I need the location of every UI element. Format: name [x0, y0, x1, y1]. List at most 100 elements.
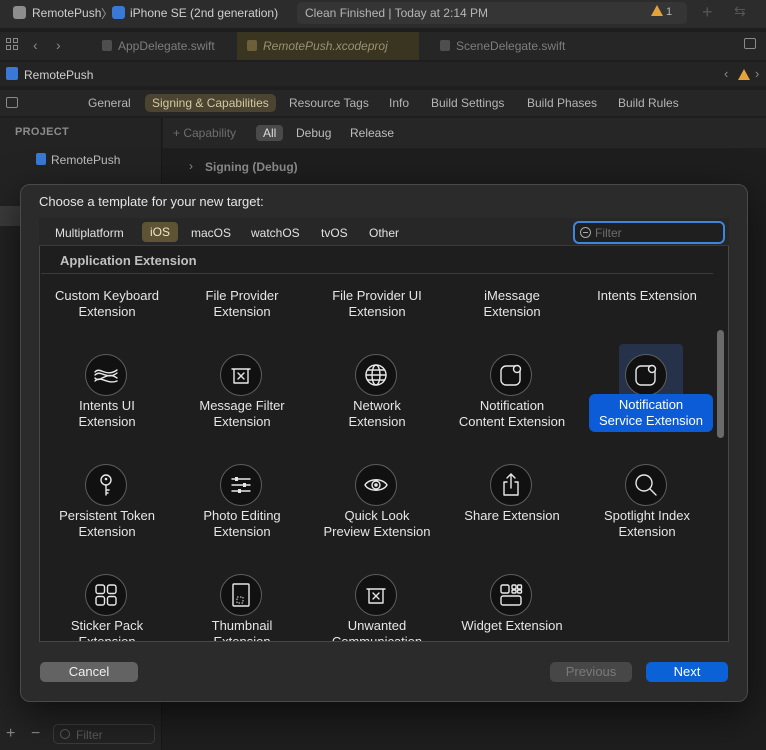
template-label: Spotlight Index Extension	[579, 508, 715, 540]
template-label: Custom Keyboard Extension	[39, 288, 175, 320]
sidebar-toggle-icon[interactable]	[6, 97, 18, 108]
cancel-button[interactable]: Cancel	[40, 662, 138, 682]
platform-other[interactable]: Other	[369, 226, 399, 240]
template-label: File Provider UI Extension	[309, 288, 445, 320]
template-label-line1: File Provider	[205, 288, 279, 303]
remove-target-icon[interactable]: −	[31, 725, 40, 743]
template-label-line2: Extension	[348, 304, 406, 319]
jump-bar	[0, 62, 766, 86]
template-sticker-pack-extension[interactable]: Sticker PackExtension	[39, 574, 175, 641]
platform-macos[interactable]: macOS	[191, 226, 231, 240]
template-label-line1: Custom Keyboard	[54, 288, 160, 303]
template-label: File Provider Extension	[174, 288, 310, 320]
project-name[interactable]: RemotePush	[24, 68, 93, 82]
chevron-left-icon[interactable]: ‹	[724, 66, 728, 81]
previous-button[interactable]: Previous	[550, 662, 632, 682]
warning-icon[interactable]	[738, 69, 750, 80]
scheme-selector[interactable]: RemotePush	[32, 6, 101, 20]
template-widget-extension[interactable]: Widget Extension	[444, 574, 580, 641]
template-label: Widget Extension	[444, 618, 580, 634]
template-label-line1: Intents UI	[79, 398, 135, 413]
add-target-icon[interactable]: +	[6, 725, 15, 743]
tab-info[interactable]: Info	[389, 96, 409, 110]
next-button[interactable]: Next	[646, 662, 728, 682]
filter-icon	[580, 227, 591, 238]
tab-signing-capabilities[interactable]: Signing & Capabilities	[145, 94, 276, 112]
template-label: Photo Editing Extension	[174, 508, 310, 540]
template-filter-field[interactable]	[573, 221, 725, 244]
filter-tray-icon	[220, 354, 262, 396]
tab-label: AppDelegate.swift	[118, 39, 215, 53]
template-label-line2: Service Extension	[598, 413, 704, 428]
globe-icon	[355, 354, 397, 396]
split-editor-icon[interactable]	[744, 38, 756, 49]
project-icon	[36, 153, 46, 165]
dialog-title: Choose a template for your new target:	[39, 194, 264, 209]
template-label-line2: Extension	[78, 524, 136, 539]
template-label: Message Filter Extension	[174, 398, 310, 430]
template-label-line2: Content Extension	[458, 414, 566, 429]
tab-label: RemotePush.xcodeproj	[263, 39, 388, 53]
chevron-right-icon[interactable]: ›	[755, 66, 759, 81]
waves-icon	[85, 354, 127, 396]
tab-appdelegate[interactable]: AppDelegate.swift	[92, 32, 237, 60]
disclosure-chevron-icon[interactable]: ›	[189, 159, 193, 173]
template-label: Quick Look Preview Extension	[309, 508, 445, 540]
segment-release[interactable]: Release	[350, 126, 394, 140]
filter-tray-icon	[355, 574, 397, 616]
sidebar-target-selection[interactable]	[0, 206, 20, 226]
platform-tvos[interactable]: tvOS	[321, 226, 348, 240]
template-label-line1: Spotlight Index	[603, 508, 690, 523]
template-label-line2: Extension	[483, 304, 541, 319]
template-thumbnail-extension[interactable]: ThumbnailExtension	[174, 574, 310, 641]
template-label-line2: Preview Extension	[323, 524, 431, 539]
tab-xcodeproj[interactable]: RemotePush.xcodeproj	[237, 32, 419, 60]
template-label-line2: Extension	[213, 304, 271, 319]
template-label-line2: Extension	[348, 414, 406, 429]
section-header: Application Extension	[60, 253, 197, 268]
template-label-line1: Share Extension	[464, 508, 560, 523]
device-selector[interactable]: iPhone SE (2nd generation)	[130, 6, 278, 20]
add-capability-button[interactable]: + Capability	[173, 126, 236, 140]
template-label: Network Extension	[309, 398, 445, 430]
template-label-line2: Extension	[174, 634, 310, 641]
segment-all[interactable]: All	[256, 125, 284, 141]
tab-general[interactable]: General	[88, 96, 131, 110]
platform-ios[interactable]: iOS	[142, 222, 179, 242]
platform-watchos[interactable]: watchOS	[251, 226, 300, 240]
template-label: Notification Content Extension	[444, 398, 580, 430]
notification-icon	[490, 354, 532, 396]
notification-icon	[625, 354, 667, 396]
template-label-line1: Thumbnail	[211, 618, 273, 633]
template-label-line1: Intents Extension	[597, 288, 697, 303]
template-label-line2: Extension	[78, 304, 136, 319]
vertical-scrollbar[interactable]	[717, 330, 724, 438]
grid-icon	[85, 574, 127, 616]
template-grid: Custom Keyboard Extension File Provider Ext…	[39, 274, 715, 641]
swap-icon[interactable]: ⇆	[734, 3, 746, 20]
template-filter-input[interactable]	[595, 224, 719, 241]
warning-icon[interactable]	[651, 5, 663, 16]
sidebar-filter-field[interactable]: Filter	[53, 724, 155, 744]
template-unwanted-communication[interactable]: UnwantedCommunication	[309, 574, 445, 641]
grid-icon[interactable]	[6, 38, 19, 51]
template-label-line1: iMessage	[484, 288, 540, 303]
signing-section[interactable]: Signing (Debug)	[205, 160, 298, 174]
platform-multiplatform[interactable]: Multiplatform	[55, 226, 124, 240]
forward-arrow-icon[interactable]: ›	[56, 37, 61, 53]
template-spotlight-index-extension[interactable]: Spotlight Index Extension	[579, 464, 715, 606]
tab-build-settings[interactable]: Build Settings	[431, 96, 504, 110]
segment-debug[interactable]: Debug	[296, 126, 331, 140]
template-label-line1: Widget Extension	[461, 618, 563, 633]
tab-scenedelegate[interactable]: SceneDelegate.swift	[430, 32, 580, 60]
template-label-line1: Unwanted	[347, 618, 407, 633]
tab-build-rules[interactable]: Build Rules	[618, 96, 679, 110]
sidebar-item-remotepush[interactable]: RemotePush	[51, 153, 120, 167]
add-icon[interactable]: +	[702, 2, 713, 23]
tab-resource-tags[interactable]: Resource Tags	[289, 96, 369, 110]
template-label: iMessage Extension	[444, 288, 580, 320]
tab-build-phases[interactable]: Build Phases	[527, 96, 597, 110]
template-label-line1: File Provider UI	[332, 288, 422, 303]
template-label-line2: Extension	[618, 524, 676, 539]
back-arrow-icon[interactable]: ‹	[33, 37, 38, 53]
